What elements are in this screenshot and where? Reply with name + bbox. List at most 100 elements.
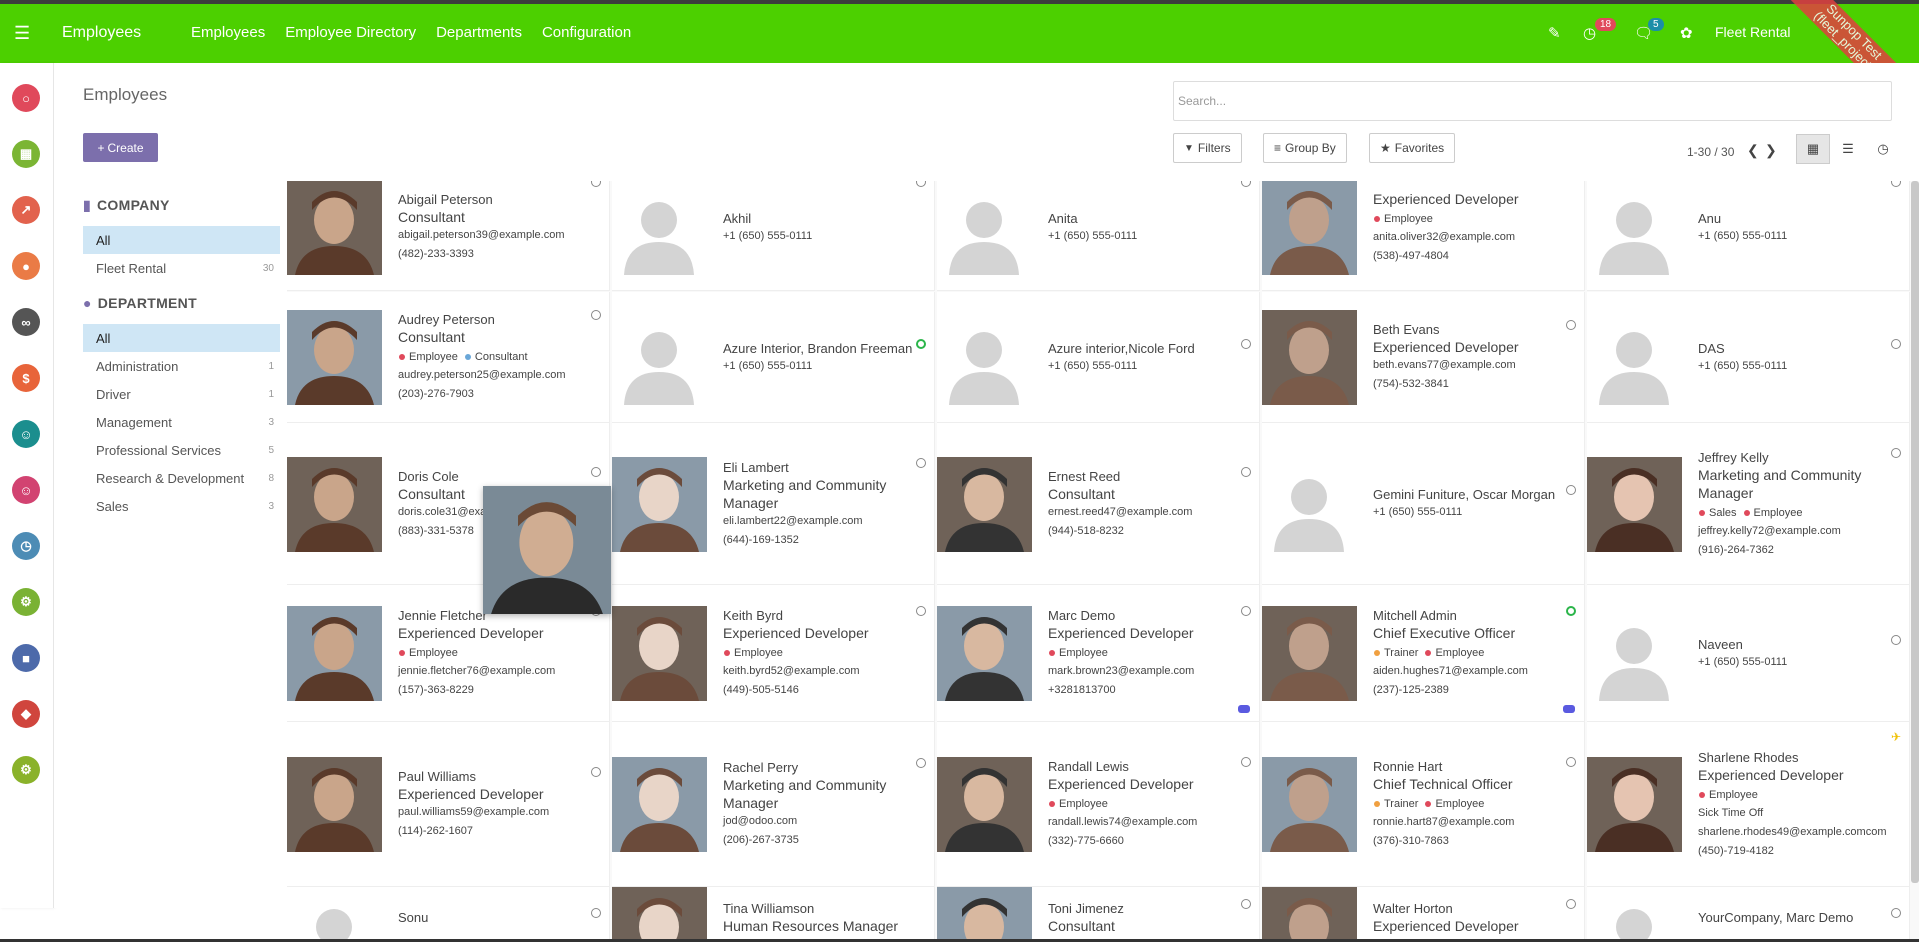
employee-card[interactable]: Naveen +1 (650) 555-0111	[1587, 585, 1910, 722]
filters-button[interactable]: ▼ Filters	[1173, 133, 1242, 163]
employee-name: Jeffrey Kelly	[1698, 450, 1769, 465]
employee-card[interactable]: Mitchell Admin Chief Executive Officer Tra…	[1262, 585, 1585, 722]
fleet-icon[interactable]: ■	[12, 644, 40, 672]
company-switcher[interactable]: Fleet Rental	[1715, 24, 1790, 40]
department-item-driver[interactable]: Driver 1	[83, 380, 280, 408]
department-item-all[interactable]: All	[83, 324, 280, 352]
employee-card[interactable]: Sharlene Rhodes Experienced Developer Empl…	[1587, 722, 1910, 887]
tag-label: Employee	[1709, 789, 1758, 801]
employee-info: Jeffrey Kelly Marketing and Community Man…	[1698, 449, 1891, 560]
settings-icon[interactable]: ⚙	[12, 756, 40, 784]
employee-card[interactable]: Audrey Peterson Consultant Employee Consult…	[287, 292, 610, 423]
employee-email: ronnie.hart87@example.com	[1373, 816, 1515, 828]
employee-card[interactable]: Walter Horton Experienced Developer	[1262, 887, 1585, 942]
employee-name: Abigail Peterson	[398, 192, 493, 207]
pager-value[interactable]: 1-30 / 30	[1687, 145, 1734, 159]
app-name[interactable]: Employees	[62, 24, 141, 42]
tag-label: Employee	[1059, 647, 1108, 659]
expenses-icon[interactable]: ⚙	[12, 588, 40, 616]
employee-card[interactable]: Eli Lambert Marketing and Community Manag…	[612, 423, 935, 585]
list-view-icon[interactable]: ☰	[1831, 134, 1865, 164]
dashboard-icon[interactable]: ↗	[12, 196, 40, 224]
bug-icon[interactable]: ✿	[1680, 24, 1693, 42]
presence-status-icon	[1891, 339, 1901, 349]
favorites-button[interactable]: ★ Favorites	[1369, 133, 1456, 163]
employee-card[interactable]: Ernest Reed Consultant ernest.reed47@examp…	[937, 423, 1260, 585]
menu-item-departments[interactable]: Departments	[436, 24, 522, 41]
company-item-fleet-rental[interactable]: Fleet Rental 30	[83, 254, 280, 282]
page-title: Employees	[83, 85, 168, 104]
discuss-icon[interactable]: ○	[12, 84, 40, 112]
employee-card[interactable]: Sonu	[287, 887, 610, 942]
employee-card[interactable]: Rachel Perry Marketing and Community Mana…	[612, 722, 935, 887]
employee-phone: (916)-264-7362	[1698, 544, 1774, 556]
chat-icon[interactable]: 🗨 5	[1634, 18, 1664, 42]
employee-card[interactable]: Gemini Funiture, Oscar Morgan +1 (650) 55…	[1262, 423, 1585, 585]
create-button[interactable]: + Create	[83, 133, 158, 162]
employee-card[interactable]: Beth Evans Experienced Developer beth.evan…	[1262, 292, 1585, 423]
employee-card[interactable]: Azure Interior, Brandon Freeman +1 (650) …	[612, 292, 935, 423]
department-item-administration[interactable]: Administration 1	[83, 352, 280, 380]
employee-phone: +1 (650) 555-0111	[723, 230, 813, 242]
presence-status-icon	[1241, 181, 1251, 187]
apps-icon[interactable]: ◆	[12, 700, 40, 728]
pager-next-icon[interactable]: ❯	[1765, 142, 1777, 159]
tag-label: Trainer	[1384, 798, 1419, 810]
department-item-sales[interactable]: Sales 3	[83, 492, 280, 520]
employee-card[interactable]: Keith Byrd Experienced Developer Employee k…	[612, 585, 935, 722]
employee-email: beth.evans77@example.com	[1373, 359, 1516, 371]
employee-card[interactable]: Anu +1 (650) 555-0111	[1587, 181, 1910, 291]
employee-card[interactable]: Ronnie Hart Chief Technical Officer Traine…	[1262, 722, 1585, 887]
employee-card[interactable]: Azure interior,Nicole Ford +1 (650) 555-0…	[937, 292, 1260, 423]
employee-card[interactable]: Randall Lewis Experienced Developer Employ…	[937, 722, 1260, 887]
department-item-label: Management	[96, 414, 172, 430]
presence-status-icon	[1241, 757, 1251, 767]
employee-info: Toni Jimenez Consultant	[1048, 900, 1241, 935]
employee-card[interactable]: Akhil +1 (650) 555-0111	[612, 181, 935, 291]
link-icon[interactable]: ∞	[12, 308, 40, 336]
comment-icon[interactable]	[1563, 705, 1575, 713]
scrollbar[interactable]	[1911, 181, 1919, 883]
employee-card[interactable]: Marc Demo Experienced Developer Employee ma…	[937, 585, 1260, 722]
employee-card[interactable]: Abigail Peterson Consultant abigail.peters…	[287, 181, 610, 291]
employee-card[interactable]: Tina Williamson Human Resources Manager	[612, 887, 935, 942]
employee-card[interactable]: DAS +1 (650) 555-0111	[1587, 292, 1910, 423]
timeoff-icon[interactable]: ◷	[12, 532, 40, 560]
brush-icon[interactable]: ✎	[1548, 24, 1561, 42]
kanban-view-icon[interactable]: ▦	[1796, 134, 1830, 164]
presence-status-icon	[1566, 485, 1576, 495]
recruitment-icon[interactable]: ☺	[12, 476, 40, 504]
employee-info: Naveen +1 (650) 555-0111	[1698, 636, 1891, 672]
department-item-management[interactable]: Management 3	[83, 408, 280, 436]
pager-previous-icon[interactable]: ❮	[1747, 142, 1759, 159]
menu-item-employees[interactable]: Employees	[191, 24, 265, 41]
employee-info: Gemini Funiture, Oscar Morgan +1 (650) 55…	[1373, 486, 1566, 522]
employee-card[interactable]: Anita +1 (650) 555-0111	[937, 181, 1260, 291]
employee-name: Toni Jimenez	[1048, 901, 1124, 916]
menu-item-configuration[interactable]: Configuration	[542, 24, 631, 41]
comment-icon[interactable]	[1238, 705, 1250, 713]
activity-view-icon[interactable]: ◷	[1866, 134, 1900, 164]
plane-icon: ✈	[1890, 730, 1901, 744]
employee-card[interactable]: YourCompany, Marc Demo	[1587, 887, 1910, 942]
company-item-all[interactable]: All	[83, 226, 280, 254]
calendar-icon[interactable]: ▦	[12, 140, 40, 168]
apps-menu-icon[interactable]: ☰	[14, 24, 30, 42]
employee-card[interactable]: Toni Jimenez Consultant	[937, 887, 1260, 942]
activity-icon[interactable]: ◷ 18	[1583, 18, 1617, 42]
employee-card[interactable]: Jeffrey Kelly Marketing and Community Man…	[1587, 423, 1910, 585]
dragged-photo[interactable]	[483, 486, 611, 614]
tag-color-dot	[1699, 791, 1705, 798]
invoicing-icon[interactable]: $	[12, 364, 40, 392]
employee-card[interactable]: Experienced Developer Employee anita.olive…	[1262, 181, 1585, 291]
employee-card[interactable]: Paul Williams Experienced Developer paul.w…	[287, 722, 610, 887]
department-item-professional-services[interactable]: Professional Services 5	[83, 436, 280, 464]
department-item-research-development[interactable]: Research & Development 8	[83, 464, 280, 492]
employee-tags: Employee	[723, 645, 916, 662]
employees-icon[interactable]: ☺	[12, 420, 40, 448]
search-input[interactable]: Search...	[1173, 81, 1892, 121]
employee-photo	[287, 457, 382, 552]
menu-item-employee-directory[interactable]: Employee Directory	[285, 24, 416, 41]
groupby-button[interactable]: ≡ Group By	[1263, 133, 1347, 163]
website-icon[interactable]: ●	[12, 252, 40, 280]
